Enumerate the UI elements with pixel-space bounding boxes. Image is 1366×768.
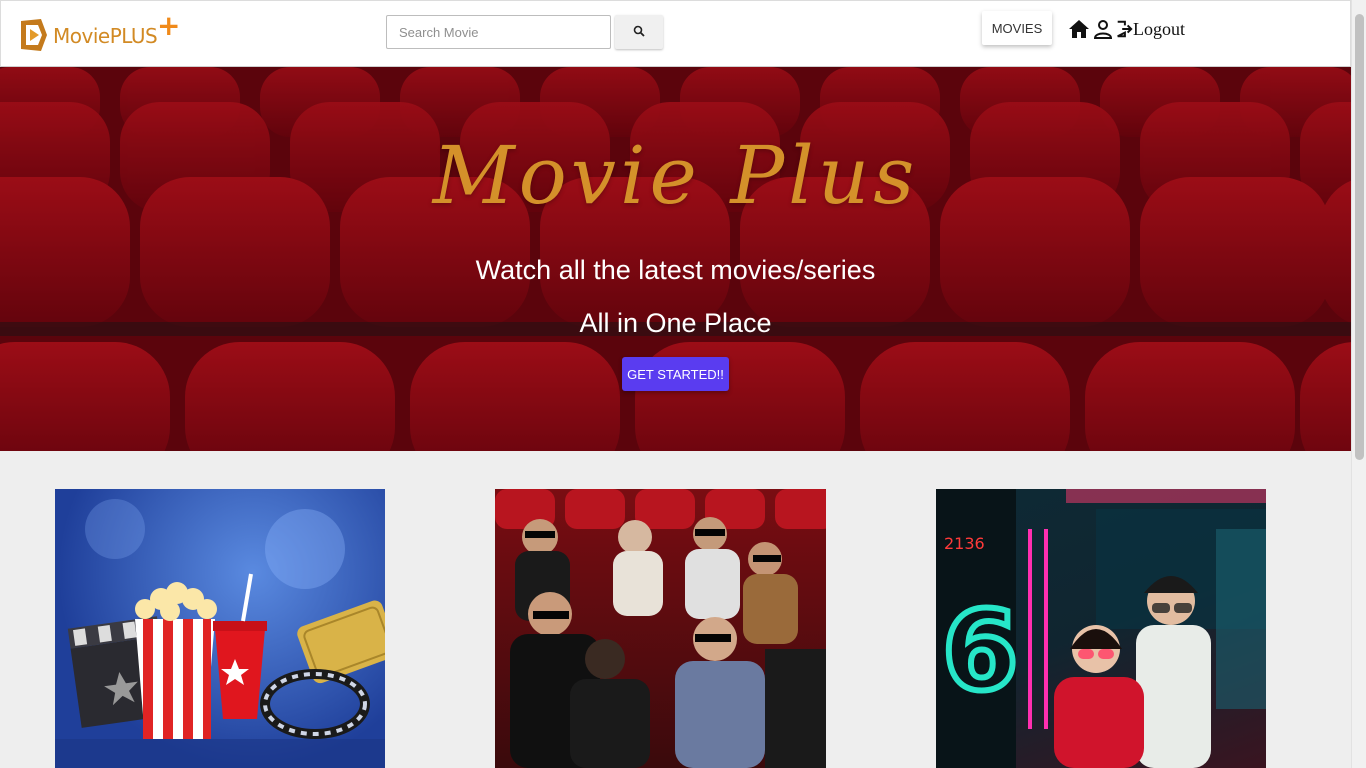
hero-banner: Movie Plus Watch all the latest movies/s… [0,67,1351,451]
navbar: MoviePLUS + MOVIES Logout [0,0,1351,67]
hero-subtitle-2: All in One Place [579,308,772,338]
nav-icons: Logout [1067,17,1185,41]
get-started-button[interactable]: GET STARTED!! [622,357,729,391]
user-icon[interactable] [1091,17,1115,41]
scrollbar-thumb[interactable] [1355,14,1364,460]
brand-name: MoviePLUS [53,24,158,48]
logout-icon[interactable] [1115,17,1133,41]
couple-neon-cinema-image[interactable]: 2136 6 [936,489,1266,768]
brand-plus: + [157,9,181,42]
hero-subtitle-1: Watch all the latest movies/series [475,255,876,285]
brand-logo[interactable]: MoviePLUS + [17,9,180,55]
audience-3d-glasses-image[interactable] [495,489,826,768]
hero-title: Movie Plus [432,129,919,222]
movies-button[interactable]: MOVIES [982,11,1052,45]
svg-text:6: 6 [942,587,1019,715]
search-input[interactable] [386,15,611,49]
svg-text:2136: 2136 [944,534,985,553]
search-button[interactable] [615,15,663,49]
home-icon[interactable] [1067,17,1091,41]
hero-content: Movie Plus Watch all the latest movies/s… [0,67,1351,451]
logout-link[interactable]: Logout [1133,19,1185,40]
logo-mark-icon [17,17,51,53]
popcorn-cinema-image[interactable] [55,489,385,768]
search-icon [633,25,645,40]
search-bar [386,15,663,49]
page-scrollbar[interactable] [1351,0,1366,768]
